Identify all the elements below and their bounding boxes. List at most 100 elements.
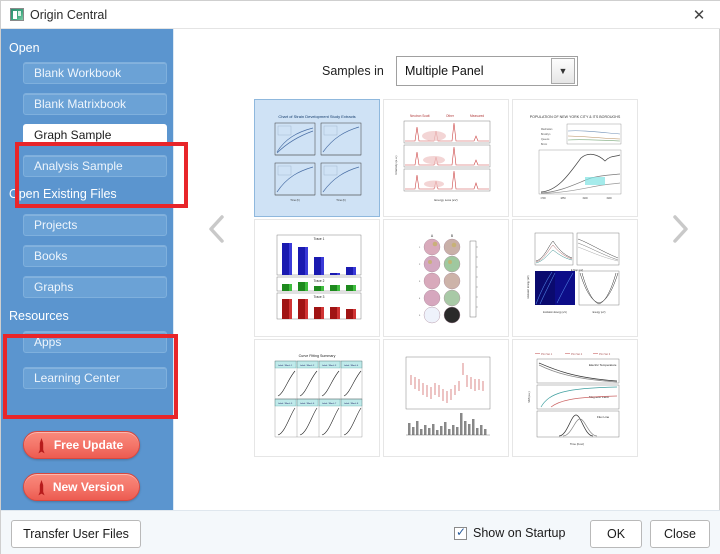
sidebar-item-label: Graph Sample <box>34 128 112 142</box>
svg-text:1790: 1790 <box>540 197 546 200</box>
svg-text:1900: 1900 <box>582 197 588 200</box>
sidebar-item-learning-center[interactable]: Learning Center <box>23 367 167 389</box>
svg-text:Neutron Scatt: Neutron Scatt <box>410 114 430 118</box>
sidebar-heading-open-existing-files: Open Existing Files <box>9 187 117 201</box>
rocket-icon <box>38 480 45 496</box>
sidebar-item-label: Projects <box>34 218 78 232</box>
sidebar-item-label: Graphs <box>34 280 74 294</box>
ok-label: OK <box>606 527 626 541</box>
svg-text:Intensity (a.u.): Intensity (a.u.) <box>394 155 398 174</box>
transfer-user-files-button[interactable]: Transfer User Files <box>11 520 141 548</box>
svg-text:Label / Block 6: Label / Block 6 <box>300 403 315 405</box>
title-bar: Origin Central ✕ <box>1 1 720 29</box>
rocket-icon <box>38 438 45 454</box>
svg-text:MM (a.u.): MM (a.u.) <box>527 391 531 402</box>
samples-in-select[interactable]: Multiple Panel ▼ <box>396 56 578 86</box>
sidebar-item-apps[interactable]: Apps <box>23 331 167 353</box>
svg-text:Time (hour): Time (hour) <box>570 442 584 446</box>
svg-text:Label / Block 1: Label / Block 1 <box>278 365 293 367</box>
free-update-button[interactable]: Free Update <box>23 431 140 459</box>
chevron-left-icon[interactable] <box>200 209 234 249</box>
sidebar-item-graph-sample[interactable]: Graph Sample <box>23 124 167 146</box>
svg-text:Label / Block 3: Label / Block 3 <box>322 365 337 367</box>
svg-text:Electric Temperature: Electric Temperature <box>589 363 617 367</box>
gallery-thumbnail[interactable]: Curve Fitting Summary Label / Block 1 Lab… <box>254 339 380 457</box>
show-on-startup-label: Show on Startup <box>473 526 566 540</box>
sidebar-item-blank-workbook[interactable]: Blank Workbook <box>23 62 167 84</box>
svg-text:E-Map (eV): E-Map (eV) <box>571 269 583 272</box>
svg-text:Chart of Strain Development St: Chart of Strain Development Study Extrac… <box>278 114 355 119</box>
gallery-thumbnail[interactable]: Plot Set 1 Plot Set 2 Plot Set 3 Electric … <box>512 339 638 457</box>
window-title: Origin Central <box>30 8 108 22</box>
svg-text:Trace 1: Trace 1 <box>314 237 325 241</box>
svg-text:Flux Line: Flux Line <box>597 415 610 419</box>
samples-gallery: Chart of Strain Development Study Extrac… <box>254 99 642 459</box>
sidebar-item-projects[interactable]: Projects <box>23 214 167 236</box>
svg-text:Plot Set 1: Plot Set 1 <box>541 352 553 356</box>
gallery-thumbnail[interactable]: POPULATION OF NEW YORK CITY & ITS BOROUG… <box>512 99 638 217</box>
new-version-button[interactable]: New Version <box>23 473 140 501</box>
svg-text:Time (h): Time (h) <box>290 198 300 202</box>
sidebar-item-label: Analysis Sample <box>34 159 123 173</box>
svg-text:Label / Block 4: Label / Block 4 <box>344 365 359 367</box>
sidebar-item-label: Apps <box>34 335 62 349</box>
close-icon[interactable]: ✕ <box>685 4 713 26</box>
svg-text:Label / Block 5: Label / Block 5 <box>278 403 293 405</box>
gallery-thumbnail[interactable]: Excitation Energy (eV) Energy (eV) E-Map… <box>512 219 638 337</box>
svg-text:Excitation Energy (eV): Excitation Energy (eV) <box>543 311 567 314</box>
gallery-thumbnail[interactable]: Neutron Scatt Other Measured Energy Loss… <box>383 99 509 217</box>
svg-text:POPULATION OF NEW YORK CITY &: POPULATION OF NEW YORK CITY & ITS BOROUG… <box>530 115 621 119</box>
checkbox-icon[interactable] <box>454 525 467 540</box>
close-button[interactable]: Close <box>650 520 710 548</box>
sidebar-item-graphs[interactable]: Graphs <box>23 276 167 298</box>
svg-text:Manhattan: Manhattan <box>541 128 553 131</box>
footer-bar: Transfer User Files Show on Startup OK C… <box>1 510 720 554</box>
sidebar-item-label: Books <box>34 249 68 263</box>
svg-text:Measured: Measured <box>470 114 484 118</box>
origin-central-dialog: Origin Central ✕ Open Blank Workbook Bla… <box>0 0 720 554</box>
sidebar: Open Blank Workbook Blank Matrixbook Gra… <box>1 29 188 510</box>
new-version-label: New Version <box>52 480 125 494</box>
close-label: Close <box>664 527 696 541</box>
svg-text:Trace 3: Trace 3 <box>314 295 325 299</box>
svg-text:Label / Block 2: Label / Block 2 <box>300 365 315 367</box>
sidebar-heading-resources: Resources <box>9 309 69 323</box>
sidebar-item-label: Blank Matrixbook <box>34 97 127 111</box>
svg-text:Energy (eV): Energy (eV) <box>593 311 606 314</box>
ok-button[interactable]: OK <box>590 520 642 548</box>
gallery-thumbnail[interactable]: Trace 1 Trace 2 Trace 3 <box>254 219 380 337</box>
svg-text:1850: 1850 <box>560 197 566 200</box>
chevron-down-icon[interactable]: ▼ <box>551 58 575 84</box>
gallery-thumbnail[interactable]: Chart of Strain Development Study Extrac… <box>254 99 380 217</box>
sidebar-heading-open: Open <box>9 41 40 55</box>
samples-in-label: Samples in <box>322 64 384 78</box>
svg-text:Other: Other <box>446 114 455 118</box>
svg-text:Trace 2: Trace 2 <box>314 279 325 283</box>
svg-text:Bronx: Bronx <box>541 143 548 146</box>
svg-text:Emission Energy (eV): Emission Energy (eV) <box>527 275 530 298</box>
samples-in-value: Multiple Panel <box>405 64 484 78</box>
origin-app-icon <box>10 8 24 21</box>
svg-text:Brooklyn: Brooklyn <box>541 133 551 136</box>
sidebar-item-books[interactable]: Books <box>23 245 167 267</box>
show-on-startup-checkbox[interactable]: Show on Startup <box>454 525 566 540</box>
svg-text:Queens: Queens <box>541 138 550 141</box>
svg-text:Time (h): Time (h) <box>336 198 346 202</box>
free-update-label: Free Update <box>53 438 124 452</box>
gallery-thumbnail[interactable]: AB 1 2 3 4 5 <box>383 219 509 337</box>
sidebar-item-label: Learning Center <box>34 371 121 385</box>
main-panel: Samples in Multiple Panel ▼ Chart of Str… <box>173 29 719 510</box>
svg-text:Plot Set 3: Plot Set 3 <box>599 352 611 356</box>
svg-text:Label / Block 8: Label / Block 8 <box>344 403 359 405</box>
sidebar-item-label: Blank Workbook <box>34 66 122 80</box>
svg-text:Label / Block 7: Label / Block 7 <box>322 403 337 405</box>
chevron-right-icon[interactable] <box>663 209 697 249</box>
svg-text:Energy Loss (eV): Energy Loss (eV) <box>434 198 457 202</box>
sidebar-item-analysis-sample[interactable]: Analysis Sample <box>23 155 167 177</box>
sidebar-item-blank-matrixbook[interactable]: Blank Matrixbook <box>23 93 167 115</box>
svg-text:1990: 1990 <box>606 197 612 200</box>
svg-text:Plot Set 2: Plot Set 2 <box>571 352 583 356</box>
transfer-user-files-label: Transfer User Files <box>23 527 129 541</box>
svg-text:Curve Fitting Summary: Curve Fitting Summary <box>299 354 336 358</box>
gallery-thumbnail[interactable] <box>383 339 509 457</box>
